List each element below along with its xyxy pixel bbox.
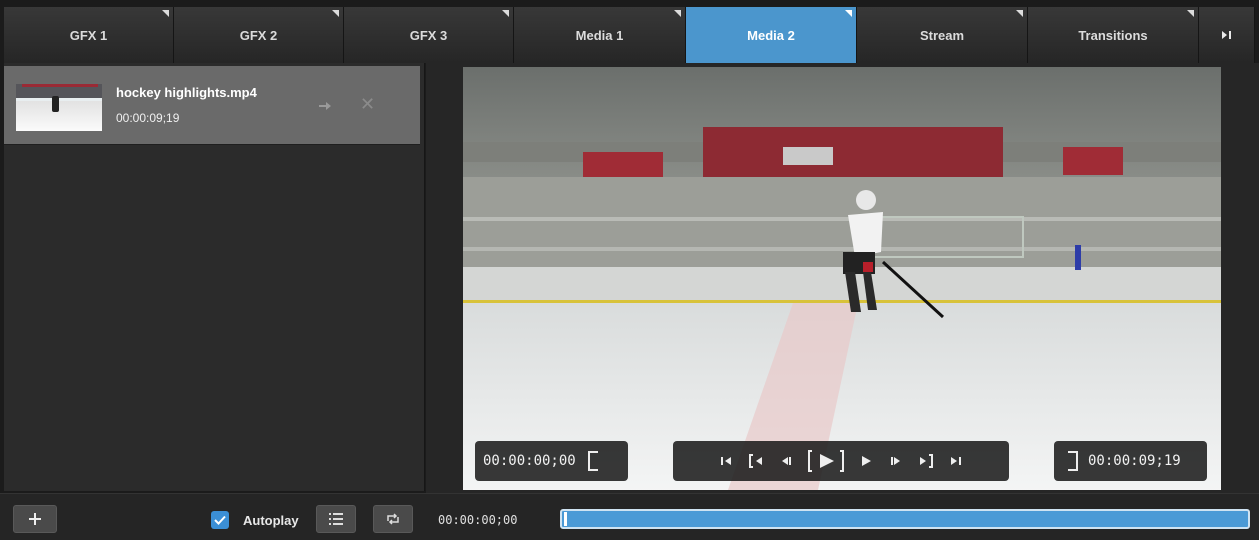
skip-to-start-icon — [721, 457, 731, 465]
plus-icon — [29, 513, 41, 525]
tab-media-2[interactable]: Media 2 — [686, 7, 857, 63]
play-small-icon — [862, 456, 871, 466]
step-forward-large-icon — [920, 454, 933, 468]
step-forward-icon — [891, 457, 900, 465]
play-icon — [808, 450, 844, 472]
checkmark-icon — [214, 515, 226, 525]
in-point-control: 00:00:00;00 — [475, 441, 628, 481]
play-forward-button[interactable] — [851, 442, 881, 480]
step-forward-button[interactable] — [881, 442, 911, 480]
out-point-control: 00:00:09;19 — [1054, 441, 1207, 481]
media-duration: 00:00:09;19 — [116, 111, 180, 125]
skip-to-end-button[interactable] — [941, 442, 971, 480]
tab-corner-icon — [332, 10, 339, 17]
jump-forward-button[interactable] — [911, 442, 941, 480]
tab-label: GFX 1 — [69, 27, 108, 43]
in-point-time: 00:00:00;00 — [483, 453, 576, 469]
tab-transitions[interactable]: Transitions — [1028, 7, 1199, 63]
progress-bar[interactable] — [560, 509, 1250, 529]
progress-handle[interactable] — [564, 512, 567, 526]
skip-to-start-button[interactable] — [711, 442, 741, 480]
tab-scroll-end-button[interactable] — [1199, 7, 1255, 63]
step-back-button[interactable] — [771, 442, 801, 480]
loop-icon — [387, 513, 399, 525]
tab-stream[interactable]: Stream — [857, 7, 1028, 63]
step-back-large-icon — [749, 454, 762, 468]
remove-icon[interactable]: ✕ — [360, 94, 375, 115]
step-back-icon — [782, 457, 791, 465]
tab-label: Media 2 — [747, 27, 795, 43]
add-media-button[interactable] — [13, 505, 57, 533]
set-in-point-icon[interactable] — [587, 451, 598, 471]
tab-label: Transitions — [1078, 27, 1148, 43]
media-title: hockey highlights.mp4 — [116, 85, 257, 100]
current-time: 00:00:00;00 — [438, 513, 518, 527]
send-arrow-icon[interactable] — [318, 99, 332, 113]
tab-corner-icon — [162, 10, 169, 17]
tab-corner-icon — [845, 10, 852, 17]
tab-media-1[interactable]: Media 1 — [514, 7, 686, 63]
tab-bar: GFX 1 GFX 2 GFX 3 Media 1 Media 2 Stream… — [4, 7, 1255, 63]
tab-corner-icon — [1016, 10, 1023, 17]
tab-gfx-3[interactable]: GFX 3 — [344, 7, 514, 63]
list-icon — [329, 513, 343, 525]
tab-corner-icon — [502, 10, 509, 17]
preview-stage: 00:00:00;00 00:00:09;19 — [426, 63, 1259, 493]
thumb-board — [16, 98, 102, 101]
tab-corner-icon — [674, 10, 681, 17]
tab-corner-icon — [1187, 10, 1194, 17]
tab-gfx-1[interactable]: GFX 1 — [4, 7, 174, 63]
loop-button[interactable] — [373, 505, 413, 533]
media-thumbnail — [16, 84, 102, 131]
playlist-mode-button[interactable] — [316, 505, 356, 533]
out-point-time: 00:00:09;19 — [1088, 453, 1181, 469]
thumb-banner — [22, 84, 98, 87]
tab-label: Media 1 — [575, 27, 624, 43]
autoplay-checkbox[interactable] — [211, 511, 229, 529]
hockey-rink-image — [463, 67, 1221, 490]
thumb-player — [52, 96, 59, 112]
tab-label: GFX 3 — [409, 27, 448, 43]
set-out-point-icon[interactable] — [1068, 451, 1078, 471]
tab-label: Stream — [919, 27, 965, 43]
tab-gfx-2[interactable]: GFX 2 — [174, 7, 344, 63]
media-list-panel: hockey highlights.mp4 00:00:09;19 ✕ — [4, 63, 425, 491]
skip-to-end-icon — [1221, 31, 1231, 39]
skip-to-end-icon — [951, 457, 961, 465]
play-button[interactable] — [801, 442, 851, 480]
jump-back-button[interactable] — [741, 442, 771, 480]
footer-bar: Autoplay 00:00:00;00 — [0, 493, 1259, 540]
transport-controls — [673, 441, 1009, 481]
media-list-item[interactable]: hockey highlights.mp4 00:00:09;19 ✕ — [4, 66, 420, 145]
autoplay-label: Autoplay — [243, 513, 299, 528]
video-preview[interactable]: 00:00:00;00 00:00:09;19 — [463, 67, 1221, 490]
tab-label: GFX 2 — [239, 27, 278, 43]
